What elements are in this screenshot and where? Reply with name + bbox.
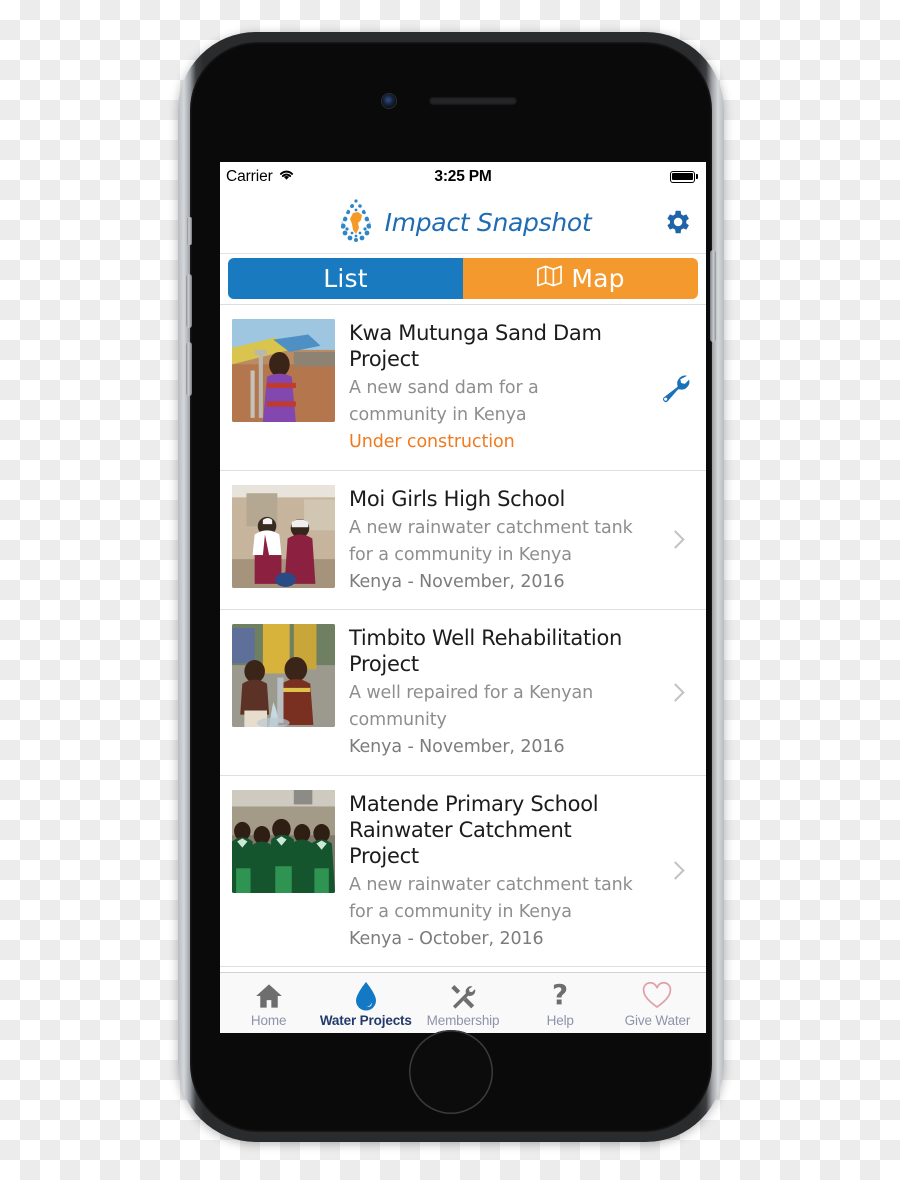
- project-text-block: Moi Girls High School A new rainwater ca…: [349, 485, 640, 596]
- tab-list[interactable]: List: [228, 258, 463, 299]
- front-camera-icon: [382, 94, 396, 108]
- tab-give-water-label: Give Water: [624, 1013, 691, 1028]
- water-droplet-africa-logo: [335, 195, 377, 250]
- power-button[interactable]: [710, 250, 716, 342]
- tab-map[interactable]: Map: [463, 258, 698, 299]
- project-meta: Kenya - November, 2016: [349, 571, 565, 592]
- project-meta: Kenya - October, 2016: [349, 929, 544, 949]
- segment-list-label: List: [323, 264, 368, 293]
- volume-down-button[interactable]: [186, 342, 192, 396]
- project-thumbnail: [232, 789, 335, 893]
- list-item[interactable]: Matende Primary School Rainwater Catchme…: [220, 775, 706, 968]
- status-badge: Under construction: [349, 432, 515, 453]
- tab-help-label: Help: [546, 1013, 574, 1028]
- app-header: Impact Snapshot: [220, 191, 706, 254]
- tab-help[interactable]: ? Help: [512, 973, 609, 1033]
- project-meta: Kenya - November, 2016: [349, 737, 565, 758]
- project-thumbnail: [232, 484, 335, 588]
- tab-water-projects[interactable]: Water Projects: [317, 973, 414, 1033]
- wrench-icon[interactable]: [654, 370, 696, 404]
- project-description: A new rainwater catchment tank for a com…: [349, 517, 633, 565]
- volume-up-button[interactable]: [186, 274, 192, 328]
- question-mark-icon: ?: [549, 981, 571, 1011]
- list-item[interactable]: Kwa Mutunga Sand Dam Project A new sand …: [220, 305, 706, 471]
- view-mode-segmented-control[interactable]: List Map: [228, 258, 698, 299]
- page-title: Impact Snapshot: [384, 207, 592, 237]
- tab-home[interactable]: Home: [220, 973, 317, 1033]
- list-item[interactable]: Timbito Well Rehabilitation Project A we…: [220, 610, 706, 776]
- status-bar-left: Carrier: [226, 168, 295, 186]
- tab-bar: Home Water Projects Membership ? Help Gi…: [220, 972, 706, 1033]
- tools-icon: [449, 981, 477, 1011]
- home-icon: [255, 981, 283, 1011]
- water-droplet-icon: [354, 981, 378, 1011]
- project-list[interactable]: Kwa Mutunga Sand Dam Project A new sand …: [220, 304, 706, 972]
- gear-icon[interactable]: [660, 205, 694, 239]
- status-bar: Carrier 3:25 PM: [220, 162, 706, 191]
- segment-map-label: Map: [571, 264, 625, 293]
- chevron-right-icon[interactable]: [654, 683, 696, 702]
- project-title: Kwa Mutunga Sand Dam Project: [349, 321, 602, 372]
- phone-device-frame: Carrier 3:25 PM Impact Snapshot List Map…: [178, 32, 724, 1142]
- carrier-label: Carrier: [226, 167, 273, 185]
- brand-lockup: Impact Snapshot: [335, 195, 592, 250]
- map-icon: [536, 264, 563, 294]
- tab-home-label: Home: [250, 1013, 287, 1028]
- chevron-right-icon[interactable]: [654, 861, 696, 881]
- chevron-right-icon[interactable]: [654, 530, 696, 550]
- project-description: A well repaired for a Kenyan community: [349, 683, 594, 731]
- wifi-icon: [278, 168, 295, 185]
- project-text-block: Timbito Well Rehabilitation Project A we…: [349, 624, 640, 761]
- project-thumbnail: [232, 624, 335, 728]
- project-description: A new sand dam for a community in Kenya: [349, 378, 539, 426]
- project-title: Moi Girls High School: [349, 486, 566, 511]
- silent-switch[interactable]: [187, 217, 192, 245]
- tab-water-projects-label: Water Projects: [319, 1013, 412, 1028]
- list-item[interactable]: Moi Girls High School A new rainwater ca…: [220, 470, 706, 611]
- phone-screen: Carrier 3:25 PM Impact Snapshot List Map…: [220, 162, 706, 1033]
- project-title: Timbito Well Rehabilitation Project: [349, 626, 623, 677]
- tab-membership[interactable]: Membership: [414, 973, 511, 1033]
- phone-body: Carrier 3:25 PM Impact Snapshot List Map…: [186, 42, 716, 1132]
- project-thumbnail: [232, 319, 335, 422]
- earpiece-speaker: [429, 97, 517, 105]
- project-text-block: Matende Primary School Rainwater Catchme…: [349, 790, 640, 953]
- battery-full-icon: [670, 170, 698, 183]
- project-text-block: Kwa Mutunga Sand Dam Project A new sand …: [349, 319, 640, 456]
- tab-membership-label: Membership: [426, 1013, 500, 1028]
- heart-outline-icon: [642, 981, 672, 1011]
- tab-give-water[interactable]: Give Water: [609, 973, 706, 1033]
- svg-text:?: ?: [552, 981, 568, 1011]
- home-button[interactable]: [409, 1030, 493, 1114]
- project-description: A new rainwater catchment tank for a com…: [349, 874, 633, 922]
- project-title: Matende Primary School Rainwater Catchme…: [349, 791, 599, 868]
